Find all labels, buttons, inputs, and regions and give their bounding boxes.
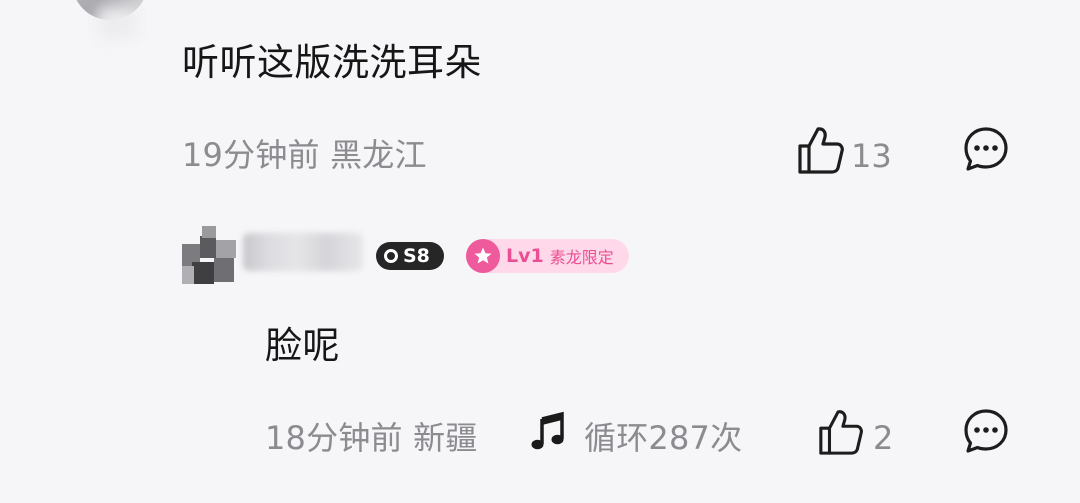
level-badge[interactable]: Lv1 素龙限定	[466, 239, 629, 273]
username-comment2-blurred[interactable]	[243, 233, 363, 271]
comment2-like-count: 2	[873, 419, 894, 457]
thumbs-up-icon	[798, 127, 844, 174]
avatar-comment1-blur	[98, 8, 136, 38]
level-badge-level: Lv1	[506, 245, 544, 267]
comment1-like-button[interactable]	[796, 124, 846, 176]
comment1-text: 听听这版洗洗耳朵	[182, 41, 482, 84]
comment2-reply-button[interactable]	[962, 407, 1010, 455]
level-badge-title: 素龙限定	[549, 248, 614, 267]
comment1-reply-button[interactable]	[962, 125, 1010, 173]
comment-bubble-icon	[964, 127, 1008, 171]
comment2-time-location: 18分钟前 新疆	[265, 419, 478, 457]
thumbs-up-icon	[819, 410, 863, 455]
loop-count-label[interactable]: 循环287次	[584, 413, 742, 459]
comment-bubble-icon	[964, 409, 1008, 453]
comment1-time-location: 19分钟前 黑龙江	[182, 136, 427, 174]
star-icon	[466, 239, 500, 273]
s8-badge: S8	[376, 242, 444, 270]
comment1-like-count: 13	[851, 137, 892, 175]
comment2-text: 脸呢	[265, 324, 340, 367]
comment2-like-button[interactable]	[817, 407, 865, 457]
s8-ring-icon	[384, 249, 398, 263]
s8-badge-label: S8	[403, 245, 430, 267]
music-note-icon[interactable]	[530, 411, 568, 451]
avatar-comment2[interactable]	[182, 226, 238, 286]
